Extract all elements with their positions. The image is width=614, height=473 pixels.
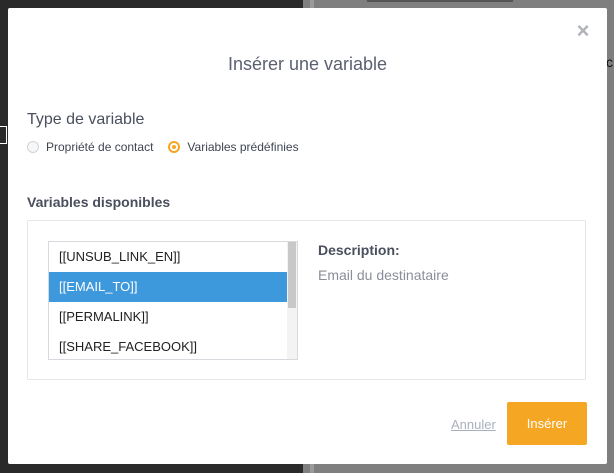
list-item[interactable]: [[SHARE_FACEBOOK]] [49, 332, 287, 359]
description-label: Description: [318, 242, 400, 258]
cancel-link[interactable]: Annuler [451, 417, 496, 432]
available-variables-label: Variables disponibles [27, 194, 171, 210]
radio-contact-property[interactable]: Propriété de contact [27, 140, 153, 154]
variable-type-label: Type de variable [27, 111, 145, 128]
variables-listbox[interactable]: [[UNSUB_LINK_EN]] [[EMAIL_TO]] [[PERMALI… [48, 241, 298, 360]
radio-predefined-variables-label[interactable]: Variables prédéfinies [187, 140, 298, 154]
background-bracket-shape [0, 126, 7, 144]
insert-variable-dialog: × Insérer une variable Type de variable … [8, 8, 607, 464]
insert-button[interactable]: Insérer [507, 402, 587, 445]
radio-unchecked-icon[interactable] [27, 141, 39, 153]
description-text: Email du destinataire [318, 267, 449, 283]
background-tab [367, 0, 513, 2]
listbox-scrollbar[interactable] [287, 242, 297, 359]
dialog-title: Insérer une variable [227, 54, 388, 74]
scrollbar-thumb[interactable] [288, 242, 296, 308]
close-icon[interactable]: × [573, 20, 593, 42]
list-item-selected[interactable]: [[EMAIL_TO]] [49, 272, 287, 302]
radio-contact-property-label[interactable]: Propriété de contact [46, 140, 153, 154]
background-text-fragment: c [606, 54, 613, 70]
variable-type-radio-group: Propriété de contact Variables prédéfini… [27, 140, 314, 154]
list-item[interactable]: [[UNSUB_LINK_EN]] [49, 242, 287, 272]
list-item[interactable]: [[PERMALINK]] [49, 302, 287, 332]
radio-checked-icon[interactable] [168, 141, 181, 153]
variables-panel: [[UNSUB_LINK_EN]] [[EMAIL_TO]] [[PERMALI… [27, 220, 586, 380]
radio-predefined-variables[interactable]: Variables prédéfinies [168, 140, 299, 154]
